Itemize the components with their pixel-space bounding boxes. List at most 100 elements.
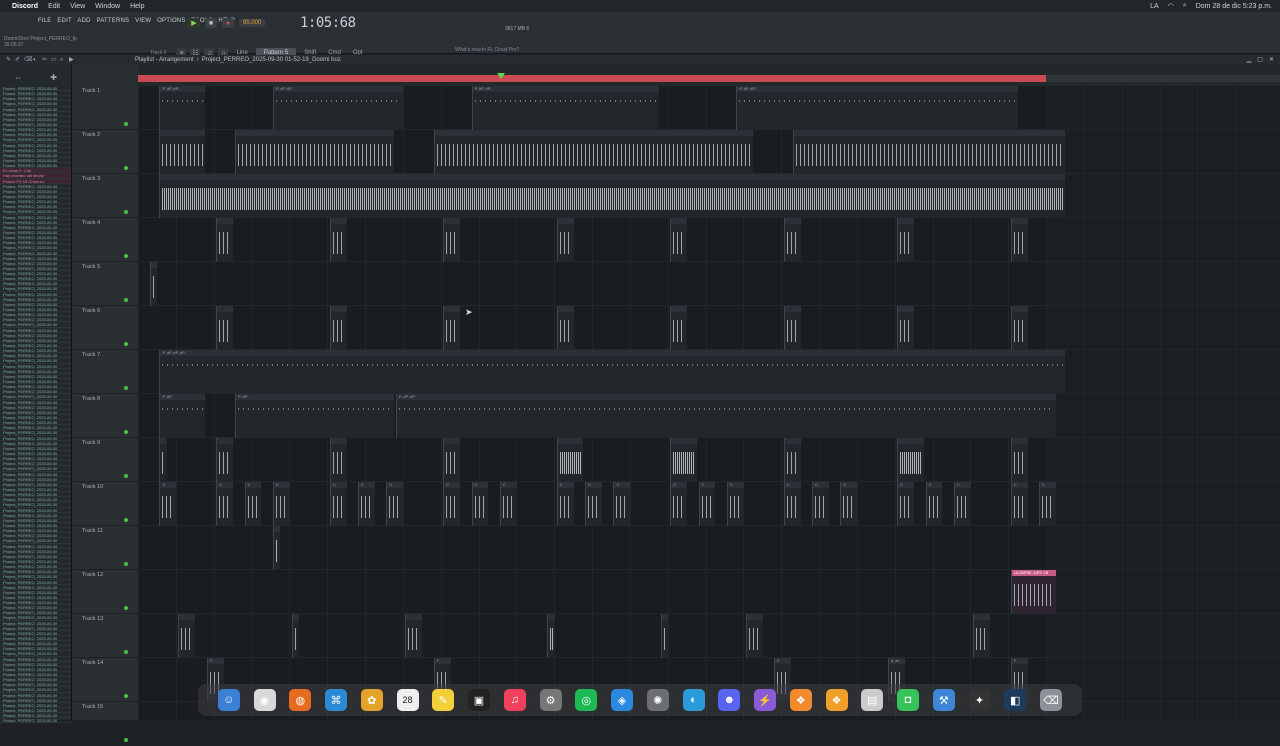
playlist-clip[interactable] [660, 614, 669, 658]
track-header[interactable]: Track 14 [72, 658, 138, 702]
playlist-clip[interactable]: P..#P..#P.. [395, 394, 1056, 438]
playlist-clip[interactable] [216, 438, 234, 482]
playhead-marker[interactable] [497, 73, 506, 79]
track-enable-led[interactable] [124, 430, 128, 434]
playlist-clip[interactable]: P..#P..#P.. [736, 86, 1019, 130]
track-enable-led[interactable] [124, 694, 128, 698]
menubar-clock[interactable]: Dom 28 de dic 5:23 p.m. [1196, 3, 1272, 10]
track-header[interactable]: Track 5 [72, 262, 138, 306]
playlist-clip[interactable]: C [726, 482, 744, 526]
pencil-icon[interactable]: ✎ [6, 57, 12, 63]
fl-menu-view[interactable]: VIEW [135, 18, 151, 24]
track-lane[interactable]: P..#P..#P..#P.. [138, 350, 1280, 394]
fl-menu-add[interactable]: ADD [77, 18, 90, 24]
playlist-clip[interactable]: C [358, 482, 375, 526]
track-lane[interactable] [138, 130, 1280, 174]
playlist-clip[interactable] [443, 218, 461, 262]
track-lane[interactable] [138, 262, 1280, 306]
playlist-clip[interactable] [897, 218, 915, 262]
audio-icon[interactable]: ◐ [682, 689, 705, 711]
playlist-clip[interactable] [556, 218, 574, 262]
playlist-clip[interactable]: C [329, 482, 347, 526]
playlist-clip[interactable]: C [670, 482, 688, 526]
playlist-clip[interactable]: C [897, 482, 915, 526]
playlist-clip[interactable]: C [216, 482, 234, 526]
fl2-icon[interactable]: ❖ [825, 689, 848, 711]
track-header[interactable]: Track 3 [72, 174, 138, 218]
track-header[interactable]: Track 9 [72, 438, 138, 482]
playlist-grid[interactable]: P..#P..#P.. P..#P..#P.. P..#P..#P.. P..#P..… [138, 86, 1280, 720]
playlist-clip[interactable] [783, 218, 801, 262]
playlist-clip[interactable] [972, 614, 990, 658]
playlist-clip[interactable] [405, 614, 423, 658]
playlist-clip[interactable]: C [812, 482, 829, 526]
trash-icon[interactable]: ⌫ [1040, 689, 1062, 711]
track-enable-led[interactable] [124, 342, 128, 346]
mute-icon[interactable]: ◐ [33, 57, 39, 63]
calendar-icon[interactable]: 28 [396, 689, 419, 711]
fl-menu-patterns[interactable]: PATTERNS [97, 18, 130, 24]
playlist-clip[interactable] [556, 438, 584, 482]
track-enable-led[interactable] [124, 122, 128, 126]
track-header[interactable]: Track 11 [72, 526, 138, 570]
track-header[interactable]: Track 7 [72, 350, 138, 394]
track-enable-led[interactable] [124, 562, 128, 566]
fl-menu-options[interactable]: OPTIONS [157, 18, 185, 24]
playlist-clip[interactable] [329, 306, 347, 350]
chrome-icon[interactable]: ◉ [253, 689, 276, 711]
tv-icon[interactable]: ▣ [468, 689, 490, 711]
playlist-clip[interactable]: P..#P.. [159, 394, 205, 438]
spotify-icon[interactable]: ◎ [575, 689, 598, 711]
playlist-clip[interactable]: C [783, 482, 801, 526]
playlist-clip[interactable]: C [471, 482, 489, 526]
doc-icon[interactable]: ▤ [861, 689, 884, 711]
playlist-clip[interactable]: C [613, 482, 631, 526]
select-icon[interactable]: ▭ [51, 57, 57, 63]
tool-icon[interactable]: ✦ [968, 689, 991, 711]
brush-icon[interactable]: ✐ [15, 57, 21, 63]
track-enable-led[interactable] [124, 518, 128, 522]
track-enable-led[interactable] [124, 298, 128, 302]
music-icon[interactable]: ♫ [503, 689, 526, 711]
playlist-clip[interactable] [745, 614, 763, 658]
track-lane[interactable] [138, 218, 1280, 262]
track-header[interactable]: Track 10 [72, 482, 138, 526]
track-header[interactable]: Track 6 [72, 306, 138, 350]
fl-studio-icon[interactable]: ✺ [646, 689, 669, 711]
playlist-clip[interactable]: C [159, 482, 177, 526]
wifi-icon[interactable]: ◠ [1168, 2, 1174, 10]
browser-arrows-icon[interactable]: ⇔ [14, 73, 22, 82]
playlist-clip[interactable]: C [272, 482, 290, 526]
play-button[interactable]: ▶ [188, 18, 200, 28]
playlist-clip[interactable]: C [556, 482, 574, 526]
fl-menu-edit[interactable]: EDIT [57, 18, 71, 24]
song-ruler-empty[interactable] [1046, 75, 1280, 82]
delete-icon[interactable]: ⌫ [24, 57, 32, 63]
track-enable-led[interactable] [124, 210, 128, 214]
facetime-icon[interactable]: ◘ [897, 689, 919, 711]
track-enable-led[interactable] [124, 254, 128, 258]
track-lane[interactable] [138, 306, 1280, 350]
news-panel[interactable]: What's new in FL Cloud Pro? [455, 47, 519, 53]
slice-icon[interactable]: ✂ [42, 57, 48, 63]
playlist-clip[interactable]: C [585, 482, 602, 526]
notes-icon[interactable]: ✎ [432, 689, 455, 711]
track-enable-led[interactable] [124, 386, 128, 390]
playlist-clip[interactable]: C [443, 482, 461, 526]
photos-icon[interactable]: ✿ [360, 689, 383, 711]
playlist-clip[interactable] [216, 306, 234, 350]
playlist-clip[interactable]: P..#P..#P..#P.. [159, 350, 1066, 394]
song-ruler-active[interactable] [138, 75, 1046, 82]
playlist-clip[interactable] [556, 306, 574, 350]
timeline[interactable] [138, 64, 1280, 86]
playlist-clip[interactable]: C [244, 482, 262, 526]
playlist-clip[interactable]: C [1010, 482, 1028, 526]
finder-icon[interactable]: ☺ [217, 689, 240, 711]
playlist-clip[interactable] [216, 218, 234, 262]
playlist-clip[interactable] [272, 526, 281, 570]
playlist-clip[interactable] [329, 438, 347, 482]
track-lane[interactable]: P..#P.. P..#P.. P..#P..#P.. [138, 394, 1280, 438]
playlist-clip[interactable]: C [840, 482, 858, 526]
menu-app-name[interactable]: Discord [12, 3, 38, 10]
playlist-clip[interactable]: C [953, 482, 971, 526]
